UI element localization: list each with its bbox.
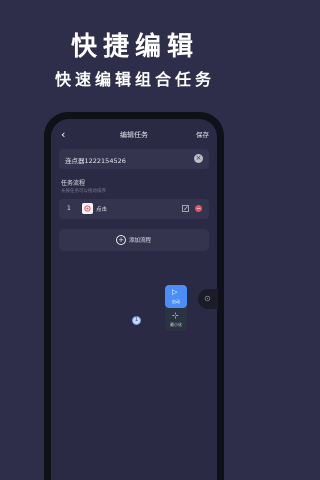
save-button[interactable]: 保存 (196, 129, 209, 139)
float-toggle-icon: ⊙ (204, 294, 211, 303)
plus-circle-icon: + (116, 235, 126, 245)
section-hint: 长按任务可以拖动排序 (61, 189, 106, 194)
app-screen: ‹ 编辑任务 保存 连点器1222154526 × 任务流程 长按任务可以拖动排… (51, 119, 217, 480)
click-point-marker[interactable]: 1 (132, 316, 141, 325)
section-title: 任务流程 (61, 180, 86, 187)
edit-icon[interactable] (182, 205, 189, 212)
step-label: 点击 (96, 207, 108, 213)
add-step-label: 添加流程 (129, 238, 152, 244)
remove-icon[interactable]: − (195, 205, 202, 212)
page-title: 编辑任务 (120, 131, 148, 139)
tap-icon (82, 203, 93, 214)
add-step-button[interactable]: + 添加流程 (59, 229, 209, 251)
step-index: 1 (67, 205, 71, 212)
promo-title: 快捷编辑 (70, 32, 199, 62)
app-bar: ‹ 编辑任务 保存 (51, 125, 217, 147)
side-float-handle[interactable]: ⊙ (198, 289, 218, 309)
minimize-button[interactable]: ⊹ 最小化 (165, 308, 187, 331)
clear-circle-icon[interactable]: × (194, 154, 203, 163)
run-label: 启动 (172, 299, 180, 304)
run-button[interactable]: ▷ 启动 (165, 285, 187, 308)
play-icon: ▷ (172, 288, 178, 296)
promo-subtitle: 快速编辑组合任务 (54, 70, 215, 89)
minimize-label: 最小化 (170, 322, 182, 327)
collapse-icon: ⊹ (172, 311, 179, 320)
floating-control-panel: ▷ 启动 ⊹ 最小化 (165, 285, 187, 331)
task-name-field[interactable]: 连点器1222154526 × (59, 149, 209, 169)
list-item[interactable]: 1 点击 − (59, 199, 209, 219)
task-name-value[interactable]: 连点器1222154526 (65, 155, 126, 165)
